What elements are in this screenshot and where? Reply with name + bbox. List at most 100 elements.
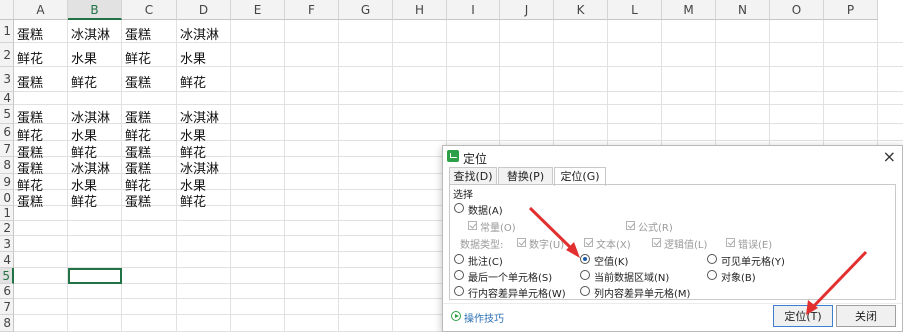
label-data: 数据(A) <box>468 206 503 217</box>
row-header[interactable]: 9 <box>0 174 14 190</box>
label-visible-cells: 可见单元格(Y) <box>721 257 785 268</box>
row-gridline <box>14 91 903 92</box>
row-header[interactable]: 0 <box>0 190 14 206</box>
column-header-o[interactable]: O <box>770 0 824 20</box>
radio-visible-cells[interactable] <box>707 254 717 264</box>
table-cell[interactable]: 蛋糕 <box>125 107 151 126</box>
label-last-cell: 最后一个单元格(S) <box>468 273 553 284</box>
close-icon[interactable]: × <box>883 147 896 166</box>
table-cell[interactable]: 鲜花 <box>125 48 151 67</box>
table-cell[interactable]: 蛋糕 <box>17 72 43 91</box>
column-header-f[interactable]: F <box>285 0 339 20</box>
row-header[interactable]: 7 <box>0 141 14 157</box>
radio-col-differences[interactable] <box>580 286 590 296</box>
goto-dialog: 定位 × 查找(D) 替换(P) 定位(G) 选择 数据(A) 常量(O) 公式… <box>442 145 903 332</box>
label-data-type: 数据类型: <box>460 240 504 251</box>
column-header-k[interactable]: K <box>554 0 608 20</box>
row-header[interactable]: 2 <box>0 221 14 236</box>
table-cell[interactable]: 冰淇淋 <box>71 24 110 43</box>
locate-button[interactable]: 定位(T) <box>773 305 833 327</box>
label-objects: 对象(B) <box>721 273 756 284</box>
tab-replace[interactable]: 替换(P) <box>498 167 553 185</box>
radio-row-differences[interactable] <box>454 286 464 296</box>
label-constants: 常量(O) <box>480 223 516 234</box>
row-gridline <box>14 104 903 105</box>
label-blanks: 空值(K) <box>594 257 629 268</box>
label-row-differences: 行内容差异单元格(W) <box>468 289 566 300</box>
tips-link[interactable]: 操作技巧 <box>464 310 504 325</box>
radio-current-region[interactable] <box>580 270 590 280</box>
table-cell[interactable]: 水果 <box>180 48 206 67</box>
row-header[interactable]: 3 <box>0 67 14 92</box>
table-cell[interactable]: 蛋糕 <box>125 72 151 91</box>
table-cell[interactable]: 蛋糕 <box>125 24 151 43</box>
table-cell[interactable]: 蛋糕 <box>17 24 43 43</box>
label-error: 错误(E) <box>738 240 773 251</box>
checkbox-number[interactable] <box>517 238 526 247</box>
footer-divider <box>443 303 902 304</box>
table-cell[interactable]: 水果 <box>71 48 97 67</box>
table-cell[interactable]: 鲜花 <box>17 48 43 67</box>
label-logical: 逻辑值(L) <box>664 240 708 251</box>
table-cell[interactable]: 鲜花 <box>71 191 97 210</box>
radio-last-cell[interactable] <box>454 270 464 280</box>
dialog-titlebar[interactable]: 定位 × <box>443 146 902 168</box>
column-header-g[interactable]: G <box>339 0 393 20</box>
table-cell[interactable]: 蛋糕 <box>17 107 43 126</box>
column-header-b[interactable]: B <box>68 0 122 20</box>
close-button[interactable]: 关闭 <box>836 305 896 327</box>
label-col-differences: 列内容差异单元格(M) <box>594 289 691 300</box>
table-cell[interactable]: 鲜花 <box>180 72 206 91</box>
column-header-i[interactable]: I <box>447 0 500 20</box>
select-all-corner[interactable] <box>0 0 14 20</box>
checkbox-logical[interactable] <box>652 238 661 247</box>
table-cell[interactable]: 冰淇淋 <box>180 24 219 43</box>
row-header[interactable]: 1 <box>0 20 14 43</box>
column-header-a[interactable]: A <box>14 0 68 20</box>
row-header[interactable]: 3 <box>0 236 14 252</box>
table-cell[interactable]: 冰淇淋 <box>71 107 110 126</box>
tab-find[interactable]: 查找(D) <box>449 167 497 185</box>
table-cell[interactable]: 蛋糕 <box>125 191 151 210</box>
app-icon <box>447 150 459 162</box>
options-panel: 选择 数据(A) 常量(O) 公式(R) 数据类型: 数字(U) 文本(X) 逻… <box>449 184 896 300</box>
radio-comments[interactable] <box>454 254 464 264</box>
row-header[interactable]: 6 <box>0 284 14 299</box>
checkbox-error[interactable] <box>726 238 735 247</box>
row-header[interactable]: 5 <box>0 105 14 124</box>
label-number: 数字(U) <box>529 240 565 251</box>
column-header-m[interactable]: M <box>662 0 716 20</box>
table-cell[interactable]: 鲜花 <box>180 191 206 210</box>
column-header-j[interactable]: J <box>500 0 554 20</box>
active-cell-selection[interactable] <box>68 268 122 284</box>
radio-objects[interactable] <box>707 270 717 280</box>
checkbox-formulas[interactable] <box>626 221 635 230</box>
row-header[interactable]: 5 <box>0 268 14 284</box>
column-header-l[interactable]: L <box>608 0 662 20</box>
column-header-e[interactable]: E <box>231 0 285 20</box>
row-header[interactable]: 8 <box>0 315 14 332</box>
table-cell[interactable]: 鲜花 <box>71 72 97 91</box>
label-current-region: 当前数据区域(N) <box>594 273 670 284</box>
column-header-c[interactable]: C <box>122 0 177 20</box>
row-header[interactable]: 4 <box>0 252 14 268</box>
column-header-p[interactable]: P <box>824 0 878 20</box>
row-header[interactable]: 2 <box>0 43 14 67</box>
column-header-d[interactable]: D <box>177 0 231 20</box>
checkbox-constants[interactable] <box>468 221 477 230</box>
table-cell[interactable]: 冰淇淋 <box>180 107 219 126</box>
row-header[interactable]: 6 <box>0 124 14 141</box>
label-formulas: 公式(R) <box>638 223 673 234</box>
checkbox-text[interactable] <box>584 238 593 247</box>
column-header-n[interactable]: N <box>716 0 770 20</box>
row-header[interactable]: 8 <box>0 157 14 174</box>
radio-data[interactable] <box>454 203 464 213</box>
dialog-title: 定位 <box>463 152 488 166</box>
table-cell[interactable]: 蛋糕 <box>17 191 43 210</box>
play-icon[interactable] <box>451 311 461 321</box>
column-header-h[interactable]: H <box>393 0 447 20</box>
row-header[interactable]: 1 <box>0 206 14 221</box>
row-header[interactable]: 4 <box>0 92 14 105</box>
radio-blanks[interactable] <box>580 254 590 264</box>
row-header[interactable]: 7 <box>0 299 14 315</box>
